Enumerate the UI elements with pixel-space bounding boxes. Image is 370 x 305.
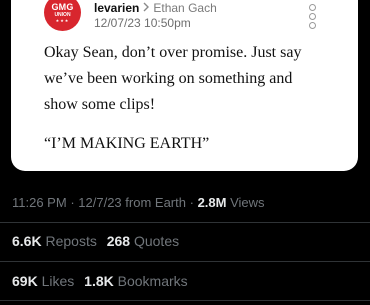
avatar-logo-text: GMG — [51, 1, 74, 12]
post-time[interactable]: 11:26 PM — [12, 195, 67, 210]
likes-count: 69K — [12, 273, 38, 289]
post-meta: 11:26 PM · 12/7/23 from Earth · 2.8M Vie… — [12, 195, 265, 210]
meta-separator: · — [189, 195, 194, 210]
likes-label: Likes — [41, 273, 75, 289]
bookmarks-count: 1.8K — [84, 273, 114, 289]
divider — [0, 222, 370, 223]
post-body-line: we’ve been working on something and — [44, 70, 293, 87]
post-body-line: show some clips! — [44, 96, 156, 113]
likes-stat[interactable]: 69K Likes — [12, 273, 74, 289]
bookmarks-label: Bookmarks — [117, 273, 188, 289]
views-count: 2.8M — [197, 195, 227, 210]
quotes-label: Quotes — [133, 233, 180, 249]
post-date[interactable]: 12/7/23 — [78, 195, 121, 210]
bookmarks-stat[interactable]: 1.8K Bookmarks — [84, 273, 188, 289]
post-source: from Earth — [125, 195, 186, 210]
avatar-logo-stars: ★★★ — [55, 17, 70, 23]
post-body: Okay Sean, don’t over promise. Just say … — [44, 40, 349, 157]
display-name: Ethan Gach — [153, 1, 217, 15]
chevron-right-icon — [142, 1, 150, 15]
engagement-row: 69K Likes 1.8K Bookmarks — [12, 273, 188, 289]
post-header: levarien Ethan Gach — [94, 1, 217, 15]
more-options-icon[interactable] — [309, 4, 316, 29]
post-timestamp: 12/07/23 10:50pm — [94, 16, 191, 30]
reposts-label: Reposts — [45, 233, 97, 249]
avatar-logo-subtext: UNION — [54, 11, 71, 18]
avatar[interactable]: GMG UNION ★★★ — [44, 0, 81, 31]
engagement-row: 6.6K Reposts 268 Quotes — [12, 233, 179, 249]
reposts-stat[interactable]: 6.6K Reposts — [12, 233, 97, 249]
divider — [0, 300, 370, 301]
embedded-post-image[interactable]: GMG UNION ★★★ levarien Ethan Gach 12/07/… — [11, 0, 358, 171]
quotes-stat[interactable]: 268 Quotes — [107, 233, 179, 249]
post-quote: “I’M MAKING EARTH” — [44, 135, 210, 152]
post-body-line: Okay Sean, don’t over promise. Just say — [44, 44, 302, 61]
meta-separator: · — [70, 195, 75, 210]
reposts-count: 6.6K — [12, 233, 42, 249]
quotes-count: 268 — [106, 233, 131, 249]
divider — [0, 261, 370, 262]
username[interactable]: levarien — [94, 1, 139, 15]
views-label: Views — [230, 195, 265, 210]
